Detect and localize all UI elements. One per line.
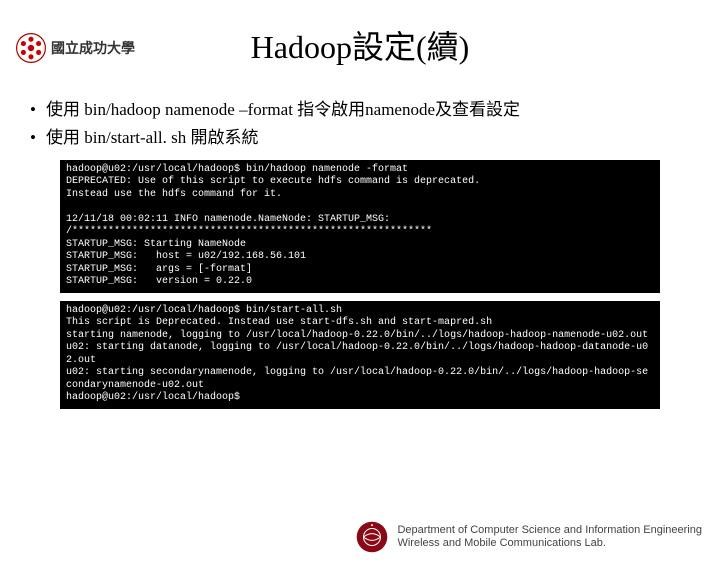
terminal-line: Instead use the hdfs command for it. — [66, 189, 654, 202]
footer-line-2: Wireless and Mobile Communications Lab. — [397, 537, 702, 550]
university-emblem-icon — [15, 32, 47, 64]
terminal-line: starting namenode, logging to /usr/local… — [66, 330, 654, 343]
footer-text: Department of Computer Science and Infor… — [397, 524, 702, 550]
terminal-line: DEPRECATED: Use of this script to execut… — [66, 176, 654, 189]
terminal-output-1: hadoop@u02:/usr/local/hadoop$ bin/hadoop… — [60, 160, 660, 293]
terminal-line: 12/11/18 00:02:11 INFO namenode.NameNode… — [66, 214, 654, 227]
terminal-line: STARTUP_MSG: version = 0.22.0 — [66, 276, 654, 289]
terminal-line: u02: starting secondarynamenode, logging… — [66, 367, 654, 392]
terminal-line — [66, 201, 654, 214]
bullet-item: 使用 bin/hadoop namenode –format 指令啟用namen… — [30, 98, 690, 122]
terminal-line: This script is Deprecated. Instead use s… — [66, 317, 654, 330]
terminal-line: STARTUP_MSG: host = u02/192.168.56.101 — [66, 251, 654, 264]
university-name: 國立成功大學 — [51, 38, 135, 58]
terminal-line: hadoop@u02:/usr/local/hadoop$ bin/hadoop… — [66, 164, 654, 177]
university-logo: 國立成功大學 — [15, 32, 135, 64]
terminal-line: /***************************************… — [66, 226, 654, 239]
terminal-line: STARTUP_MSG: Starting NameNode — [66, 239, 654, 252]
department-logo-icon — [355, 520, 389, 554]
bullet-item: 使用 bin/start-all. sh 開啟系統 — [30, 126, 690, 150]
terminal-line: hadoop@u02:/usr/local/hadoop$ — [66, 392, 654, 405]
terminal-line: hadoop@u02:/usr/local/hadoop$ bin/start-… — [66, 305, 654, 318]
terminal-output-2: hadoop@u02:/usr/local/hadoop$ bin/start-… — [60, 301, 660, 409]
footer-line-1: Department of Computer Science and Infor… — [397, 524, 702, 537]
terminal-line: STARTUP_MSG: args = [-format] — [66, 264, 654, 277]
terminal-line: u02: starting datanode, logging to /usr/… — [66, 342, 654, 367]
footer: Department of Computer Science and Infor… — [355, 520, 702, 554]
bullet-list: 使用 bin/hadoop namenode –format 指令啟用namen… — [30, 98, 690, 150]
